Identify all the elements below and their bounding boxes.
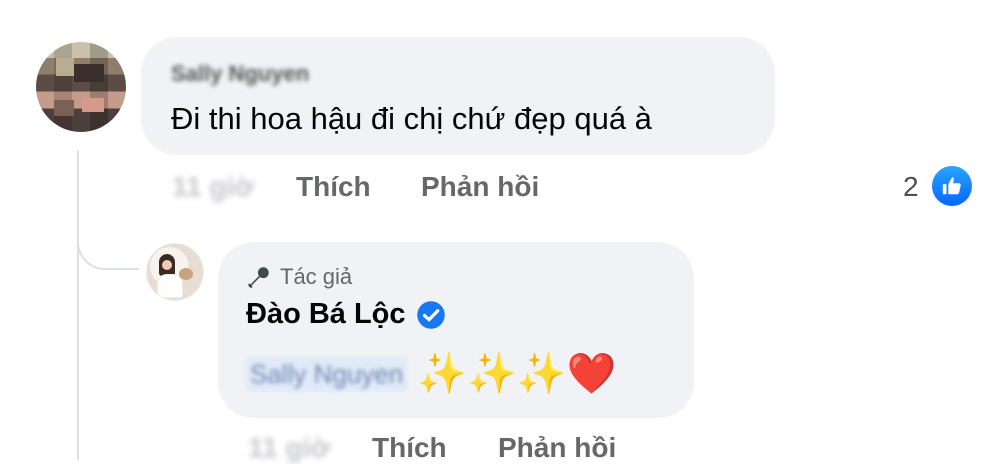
microphone-icon <box>248 267 269 288</box>
mention-tag[interactable]: Sally Nguyen <box>246 356 408 392</box>
reply-timestamp[interactable]: 11 giờ <box>248 432 330 464</box>
verified-badge-icon <box>416 300 445 329</box>
comment-author-name[interactable]: Sally Nguyen <box>171 61 309 87</box>
comment-like-button[interactable]: Thích <box>296 171 371 203</box>
reply-connector <box>77 210 139 270</box>
comment-bubble: Sally Nguyen Đi thi hoa hậu đi chị chứ đ… <box>141 37 775 155</box>
reaction-count[interactable]: 2 <box>903 171 919 203</box>
comment-text: Đi thi hoa hậu đi chị chứ đẹp quá à <box>171 101 652 136</box>
reply-author-name[interactable]: Đào Bá Lộc <box>246 298 406 331</box>
author-avatar[interactable] <box>146 243 204 301</box>
author-badge: Tác giả <box>246 264 352 290</box>
author-badge-label: Tác giả <box>280 264 353 289</box>
commenter-avatar[interactable] <box>36 42 126 132</box>
like-icon[interactable] <box>932 166 972 206</box>
reply-reply-button[interactable]: Phản hồi <box>498 432 616 464</box>
reply-emoji-text: ✨✨✨❤️ <box>417 352 617 396</box>
reply-like-button[interactable]: Thích <box>372 432 447 464</box>
reply-bubble: Tác giả Đào Bá Lộc Sally Nguyen ✨✨✨❤️ <box>218 242 694 418</box>
comment-reply-button[interactable]: Phản hồi <box>421 171 539 203</box>
thread-line <box>77 150 79 460</box>
comment-timestamp[interactable]: 11 giờ <box>172 171 254 203</box>
